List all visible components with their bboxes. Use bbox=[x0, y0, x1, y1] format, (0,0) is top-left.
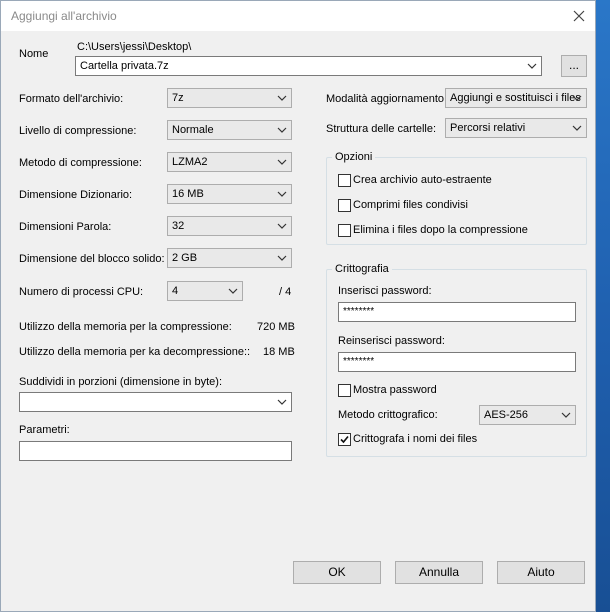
cpu-threads-value: 4 bbox=[172, 285, 179, 297]
solid-block-label: Dimensione del blocco solido: bbox=[19, 253, 165, 265]
password-input[interactable]: ******** bbox=[338, 302, 576, 322]
shared-files-checkbox[interactable] bbox=[338, 199, 351, 212]
memory-compression-label: Utilizzo della memoria per la compressio… bbox=[19, 321, 232, 333]
word-size-select[interactable]: 32 bbox=[167, 216, 292, 236]
memory-decompression-label: Utilizzo della memoria per ka decompress… bbox=[19, 346, 251, 358]
format-label: Formato dell'archivio: bbox=[19, 93, 124, 105]
delete-after-checkbox-label: Elimina i files dopo la compressione bbox=[353, 224, 528, 236]
title-bar: Aggiungi all'archivio bbox=[1, 1, 595, 31]
dictionary-value: 16 MB bbox=[172, 188, 204, 200]
close-icon bbox=[573, 10, 585, 22]
cpu-threads-label: Numero di processi CPU: bbox=[19, 286, 144, 298]
cpu-threads-max: / 4 bbox=[279, 286, 292, 298]
password-confirm-label: Reinserisci password: bbox=[338, 335, 445, 347]
update-mode-select[interactable]: Aggiungi e sostituisci i files bbox=[445, 88, 587, 108]
encrypt-names-checkbox[interactable] bbox=[338, 433, 351, 446]
archive-name-value: Cartella privata.7z bbox=[80, 60, 169, 72]
chevron-down-icon bbox=[277, 191, 287, 197]
path-mode-value: Percorsi relativi bbox=[450, 122, 526, 134]
window-title: Aggiungi all'archivio bbox=[11, 9, 117, 23]
parameters-label: Parametri: bbox=[19, 424, 70, 436]
memory-compression-value: 720 MB bbox=[257, 321, 295, 333]
show-password-checkbox-label: Mostra password bbox=[353, 384, 437, 396]
browse-button[interactable]: ... bbox=[561, 55, 587, 77]
chevron-down-icon bbox=[277, 223, 287, 229]
chevron-down-icon bbox=[277, 255, 287, 261]
show-password-checkbox[interactable] bbox=[338, 384, 351, 397]
password-label: Inserisci password: bbox=[338, 285, 432, 297]
add-to-archive-dialog: Aggiungi all'archivio Nome C:\Users\jess… bbox=[0, 0, 596, 612]
name-label: Nome bbox=[19, 48, 49, 60]
cancel-button[interactable]: Annulla bbox=[395, 561, 483, 584]
split-volumes-input[interactable] bbox=[19, 392, 292, 412]
archive-path: C:\Users\jessi\Desktop\ bbox=[77, 41, 192, 53]
level-select[interactable]: Normale bbox=[167, 120, 292, 140]
chevron-down-icon bbox=[228, 288, 238, 294]
word-size-label: Dimensioni Parola: bbox=[19, 221, 112, 233]
dictionary-select[interactable]: 16 MB bbox=[167, 184, 292, 204]
method-value: LZMA2 bbox=[172, 156, 208, 168]
path-mode-label: Struttura delle cartelle: bbox=[326, 123, 437, 135]
desktop-background bbox=[596, 0, 610, 612]
chevron-down-icon bbox=[561, 412, 571, 418]
method-select[interactable]: LZMA2 bbox=[167, 152, 292, 172]
sfx-checkbox-label: Crea archivio auto-estraente bbox=[353, 174, 492, 186]
chevron-down-icon bbox=[572, 95, 582, 101]
parameters-input[interactable] bbox=[19, 441, 292, 461]
cpu-threads-select[interactable]: 4 bbox=[167, 281, 243, 301]
close-button[interactable] bbox=[567, 5, 591, 27]
chevron-down-icon bbox=[277, 127, 287, 133]
encryption-method-label: Metodo crittografico: bbox=[338, 409, 438, 421]
split-volumes-label: Suddividi in porzioni (dimensione in byt… bbox=[19, 376, 222, 388]
format-select[interactable]: 7z bbox=[167, 88, 292, 108]
encryption-method-select[interactable]: AES-256 bbox=[479, 405, 576, 425]
encryption-group-title: Crittografia bbox=[332, 263, 392, 275]
ok-button[interactable]: OK bbox=[293, 561, 381, 584]
archive-name-input[interactable]: Cartella privata.7z bbox=[75, 56, 542, 76]
level-label: Livello di compressione: bbox=[19, 125, 137, 137]
path-mode-select[interactable]: Percorsi relativi bbox=[445, 118, 587, 138]
help-button[interactable]: Aiuto bbox=[497, 561, 585, 584]
options-group-title: Opzioni bbox=[332, 151, 376, 163]
sfx-checkbox[interactable] bbox=[338, 174, 351, 187]
chevron-down-icon bbox=[527, 63, 537, 69]
chevron-down-icon bbox=[277, 159, 287, 165]
delete-after-checkbox[interactable] bbox=[338, 224, 351, 237]
word-size-value: 32 bbox=[172, 220, 185, 232]
memory-decompression-value: 18 MB bbox=[263, 346, 295, 358]
encryption-method-value: AES-256 bbox=[484, 409, 529, 421]
chevron-down-icon bbox=[277, 399, 287, 405]
format-value: 7z bbox=[172, 92, 184, 104]
encrypt-names-checkbox-label: Crittografa i nomi dei files bbox=[353, 433, 478, 445]
level-value: Normale bbox=[172, 124, 214, 136]
update-mode-value: Aggiungi e sostituisci i files bbox=[450, 92, 581, 104]
dictionary-label: Dimensione Dizionario: bbox=[19, 189, 133, 201]
checkmark-icon bbox=[340, 435, 349, 444]
solid-block-select[interactable]: 2 GB bbox=[167, 248, 292, 268]
solid-block-value: 2 GB bbox=[172, 252, 198, 264]
chevron-down-icon bbox=[277, 95, 287, 101]
password-confirm-input[interactable]: ******** bbox=[338, 352, 576, 372]
update-mode-label: Modalità aggiornamento: bbox=[326, 93, 448, 105]
chevron-down-icon bbox=[572, 125, 582, 131]
shared-files-checkbox-label: Comprimi files condivisi bbox=[353, 199, 468, 211]
method-label: Metodo di compressione: bbox=[19, 157, 142, 169]
